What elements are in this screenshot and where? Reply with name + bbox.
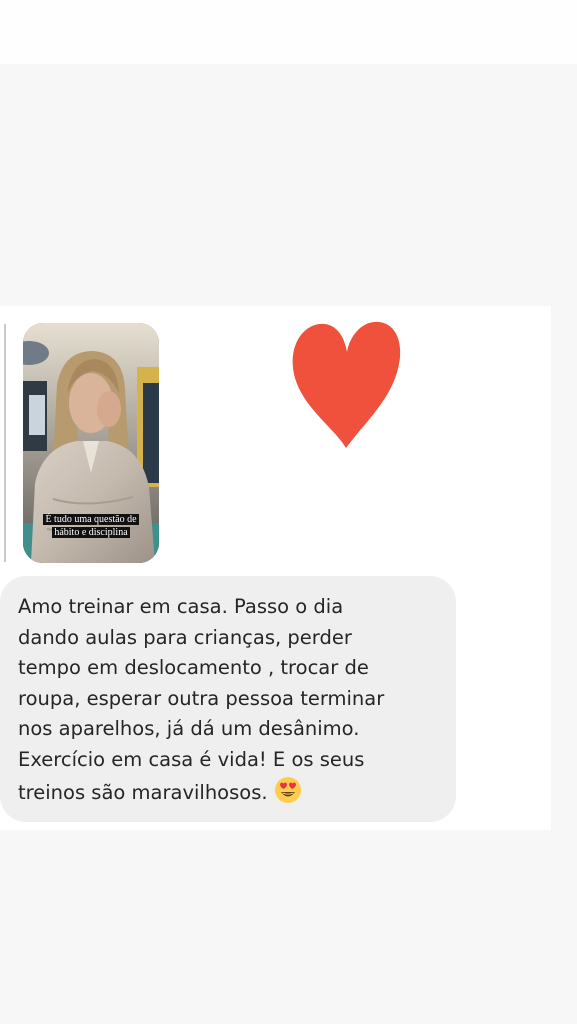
heart-icon[interactable]: [289, 318, 403, 450]
message-text: Amo treinar em casa. Passo o dia dando a…: [18, 592, 442, 808]
story-caption-line2: hábito e disciplina: [52, 527, 130, 538]
story-caption: É tudo uma questão de hábito e disciplin…: [37, 513, 145, 539]
top-band: [0, 0, 577, 64]
story-caption-line1: É tudo uma questão de: [43, 514, 139, 525]
message-body: Amo treinar em casa. Passo o dia dando a…: [18, 595, 385, 804]
heart-eyes-emoji-icon: [274, 776, 302, 804]
dm-conversation-card: É tudo uma questão de hábito e disciplin…: [0, 306, 551, 830]
story-reply-indicator: [4, 324, 6, 562]
story-thumbnail[interactable]: É tudo uma questão de hábito e disciplin…: [23, 323, 159, 563]
message-bubble[interactable]: Amo treinar em casa. Passo o dia dando a…: [0, 576, 456, 822]
